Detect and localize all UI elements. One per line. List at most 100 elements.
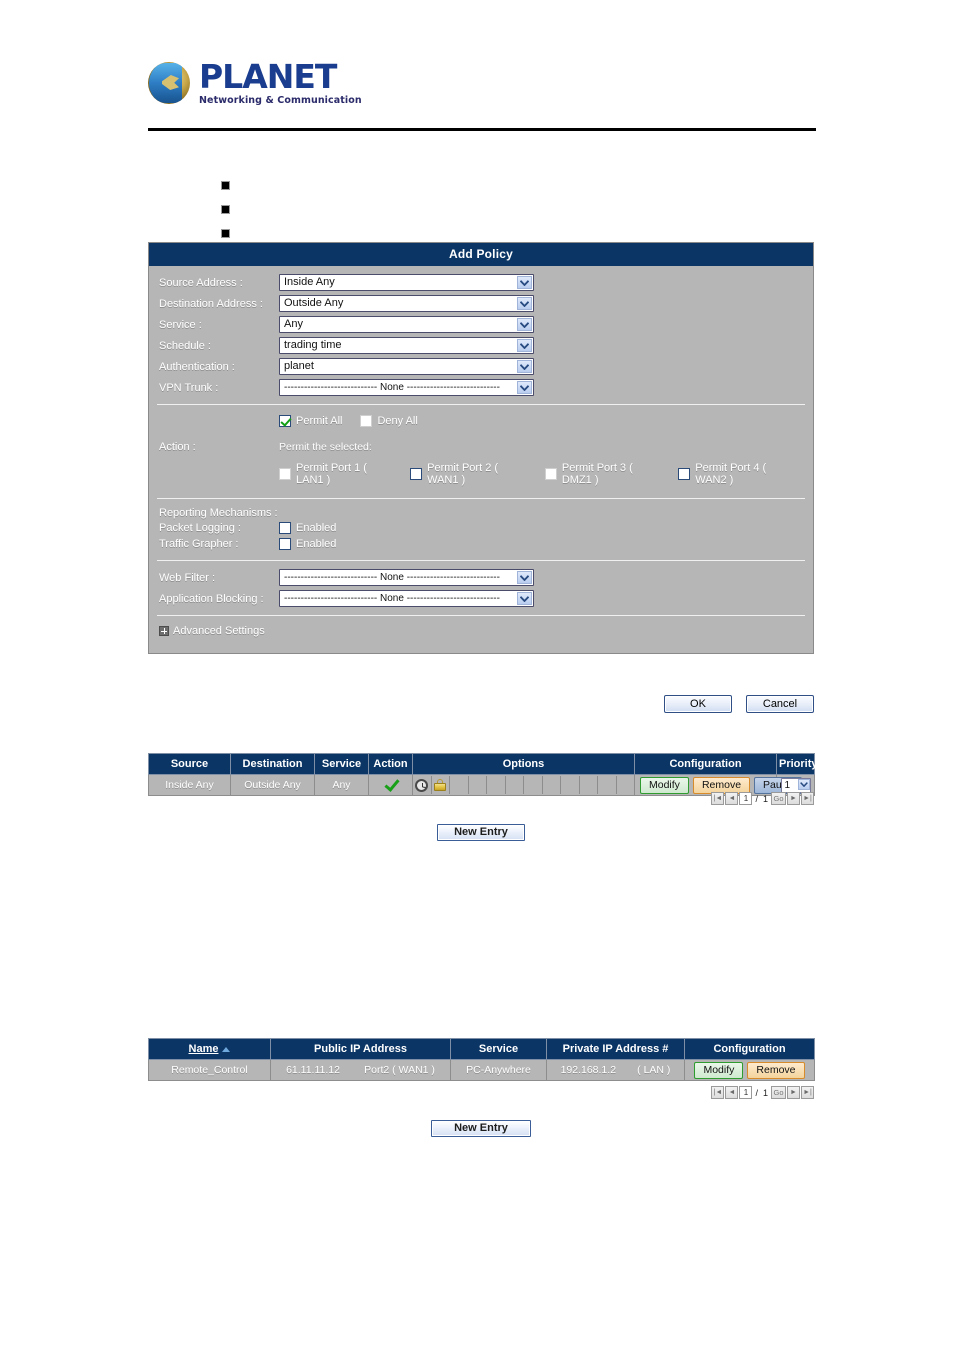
label-authentication: Authentication :	[159, 360, 235, 373]
green-check-icon	[385, 778, 397, 790]
lock-icon	[434, 779, 447, 791]
section-divider	[157, 498, 805, 499]
modify-button[interactable]: Modify	[640, 776, 689, 794]
service-select[interactable]: Any	[279, 316, 534, 333]
permit-port-4-checkbox[interactable]	[678, 468, 691, 480]
form-buttons: OK Cancel	[148, 695, 814, 713]
next-page-button[interactable]: ►	[787, 1086, 800, 1099]
page-header: PLANET Networking & Communication	[148, 52, 814, 114]
modify-button[interactable]: Modify	[694, 1061, 744, 1079]
label-source-address: Source Address :	[159, 276, 243, 289]
virtual-server-header-row: Name Public IP Address Service Private I…	[148, 1038, 815, 1060]
virtual-server-table-container: Name Public IP Address Service Private I…	[148, 1038, 815, 1081]
panel-title: Add Policy	[149, 243, 813, 266]
permit-port-4-label: Permit Port 4 ( WAN2 )	[695, 462, 767, 486]
private-iface-value: ( LAN )	[637, 1064, 671, 1076]
col-priority: Priority	[776, 753, 818, 775]
col-public-ip-address: Public IP Address	[270, 1038, 451, 1060]
new-entry-button[interactable]: New Entry	[437, 824, 525, 841]
first-page-button[interactable]: |◄	[711, 1086, 725, 1099]
packet-logging-value: Enabled	[296, 522, 337, 534]
bullet-marker-3	[221, 229, 230, 238]
col-name[interactable]: Name	[148, 1038, 271, 1060]
new-entry-button[interactable]: New Entry	[431, 1120, 531, 1137]
col-service: Service	[450, 1038, 547, 1060]
bullet-marker-2	[221, 205, 230, 214]
advanced-settings-toggle[interactable]: Advanced Settings	[149, 622, 813, 653]
remove-button[interactable]: Remove	[747, 1061, 805, 1079]
remove-button[interactable]: Remove	[692, 776, 751, 794]
prev-page-button[interactable]: ◄	[725, 792, 739, 805]
permit-ports-row: Permit Port 1 ( LAN1 ) Permit Port 2 ( W…	[279, 462, 813, 486]
destination-address-select[interactable]: Outside Any	[279, 295, 534, 312]
public-ip-value: 61.11.11.12	[286, 1064, 340, 1076]
page-number-input[interactable]	[739, 1086, 753, 1099]
deny-all-checkbox[interactable]	[360, 415, 373, 427]
cell-name: Remote_Control	[148, 1059, 271, 1081]
traffic-grapher-checkbox[interactable]	[279, 538, 291, 550]
permit-port-1-checkbox[interactable]	[279, 468, 291, 480]
next-page-button[interactable]: ►	[787, 792, 800, 805]
label-schedule: Schedule :	[159, 339, 211, 352]
label-web-filter: Web Filter :	[159, 571, 216, 584]
col-options: Options	[412, 753, 635, 775]
permit-port-2-label: Permit Port 2 ( WAN1 )	[427, 462, 499, 486]
cell-private-ip: 192.168.1.2 ( LAN )	[546, 1059, 685, 1081]
field-row-service: Service : Any	[149, 314, 813, 335]
col-private-ip-address: Private IP Address #	[546, 1038, 685, 1060]
page-separator: /	[755, 1087, 758, 1098]
permit-port-3-checkbox[interactable]	[544, 468, 557, 480]
authentication-select[interactable]: planet	[279, 358, 534, 375]
table-row: Remote_Control 61.11.11.12 Port2 ( WAN1 …	[148, 1059, 815, 1081]
packet-logging-checkbox[interactable]	[279, 522, 291, 534]
go-button[interactable]: Go	[771, 792, 786, 805]
ok-button[interactable]: OK	[664, 695, 732, 713]
row-traffic-grapher: Traffic Grapher : Enabled	[149, 538, 813, 554]
label-packet-logging: Packet Logging :	[159, 522, 241, 534]
cell-configuration: Modify Remove	[684, 1059, 815, 1081]
cancel-button[interactable]: Cancel	[746, 695, 814, 713]
planet-globe-logo-icon	[148, 62, 190, 104]
col-configuration: Configuration	[684, 1038, 815, 1060]
permit-port-2-checkbox[interactable]	[410, 468, 423, 480]
page-total: 1	[762, 793, 768, 804]
col-name-label: Name	[188, 1043, 219, 1055]
page-number-input[interactable]	[739, 792, 753, 805]
label-action: Action :	[159, 441, 196, 453]
permit-all-checkbox[interactable]	[279, 415, 291, 427]
prev-page-button[interactable]: ◄	[725, 1086, 739, 1099]
row-packet-logging: Packet Logging : Enabled	[149, 522, 813, 538]
clock-icon	[415, 778, 429, 792]
expand-plus-icon	[159, 626, 169, 636]
field-row-authentication: Authentication : planet	[149, 356, 813, 377]
permit-deny-row: Permit All Deny All	[279, 415, 813, 427]
col-configuration: Configuration	[634, 753, 777, 775]
private-ip-value: 192.168.1.2	[560, 1064, 617, 1076]
page-total: 1	[762, 1087, 768, 1098]
col-source: Source	[148, 753, 231, 775]
action-section: Action : Permit All Deny All Permit the …	[149, 411, 813, 492]
priority-select[interactable]: 1	[780, 777, 811, 793]
section-divider	[157, 615, 805, 616]
schedule-select[interactable]: trading time	[279, 337, 534, 354]
deny-all-label: Deny All	[377, 415, 418, 427]
last-page-button[interactable]: ►|	[801, 1086, 814, 1099]
first-page-button[interactable]: |◄	[711, 792, 725, 805]
application-blocking-select[interactable]: ---------------------------- None ------…	[279, 590, 534, 607]
label-vpn-trunk: VPN Trunk :	[159, 381, 219, 394]
header-divider	[148, 128, 816, 131]
field-row-source-address: Source Address : Inside Any	[149, 272, 813, 293]
field-row-web-filter: Web Filter : ---------------------------…	[149, 567, 813, 588]
web-filter-select[interactable]: ---------------------------- None ------…	[279, 569, 534, 586]
go-button[interactable]: Go	[771, 1086, 786, 1099]
policy-new-entry-row: New Entry	[148, 824, 814, 841]
cell-service: PC-Anywhere	[450, 1059, 547, 1081]
label-application-blocking: Application Blocking :	[159, 592, 264, 605]
add-policy-panel: Add Policy Source Address : Inside Any D…	[148, 242, 814, 654]
source-address-select[interactable]: Inside Any	[279, 274, 534, 291]
last-page-button[interactable]: ►|	[801, 792, 814, 805]
col-action: Action	[368, 753, 413, 775]
vpn-trunk-select[interactable]: ---------------------------- None ------…	[279, 379, 534, 396]
public-port-value: Port2 ( WAN1 )	[364, 1064, 435, 1076]
cell-public-ip: 61.11.11.12 Port2 ( WAN1 )	[270, 1059, 451, 1081]
